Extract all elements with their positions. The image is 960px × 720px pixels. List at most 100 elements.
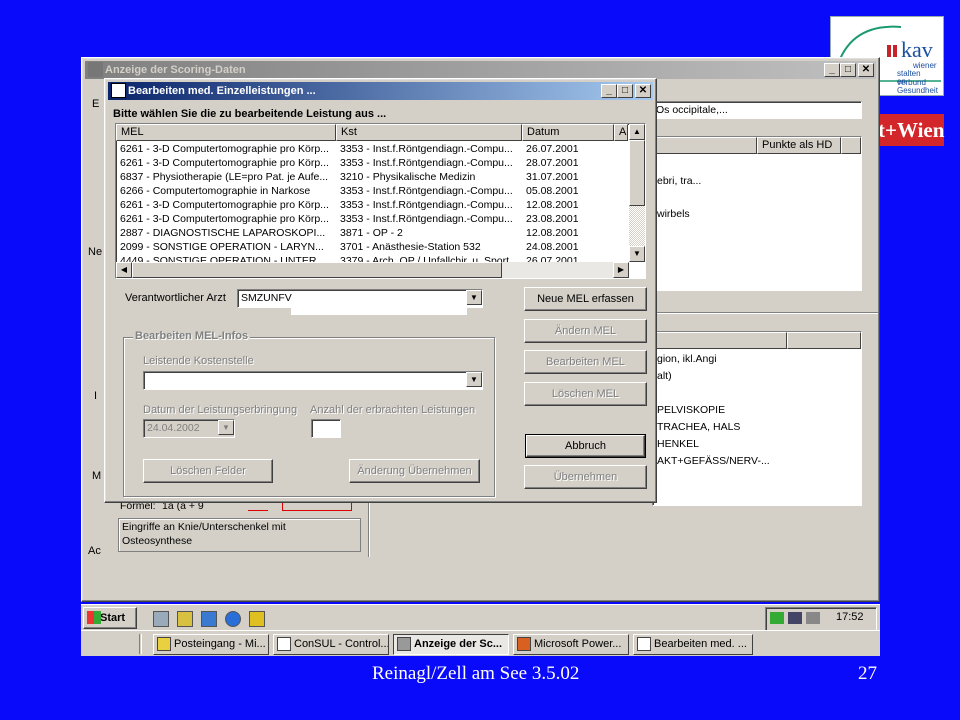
volume-icon[interactable] (806, 612, 820, 624)
column-datum[interactable]: Datum (522, 124, 614, 141)
left-label-2: Ne (88, 246, 103, 258)
column-ar[interactable]: Ar (614, 124, 628, 141)
scroll-left-button[interactable]: ◀ (116, 262, 132, 278)
formula-red-underline (248, 510, 268, 511)
diagnosis-field-text: Os occipitale,... (656, 104, 728, 116)
windows-logo-icon (87, 611, 101, 624)
mel-list[interactable]: MEL Kst Datum Ar ▲ ▼ 6261 - 3-D Computer… (115, 123, 646, 279)
loeschen-mel-button[interactable]: Löschen MEL (524, 382, 647, 406)
diagnosis-text-1: Eingriffe an Knie/Unterschenkel mit (122, 521, 286, 533)
table2-line-2[interactable]: alt) (657, 368, 672, 385)
scroll-right-button[interactable]: ▶ (613, 262, 629, 278)
table-row[interactable]: 6261 - 3-D Computertomographie pro Körp.… (116, 212, 628, 226)
table2-line-5[interactable]: TRACHEA, HALS (657, 419, 740, 436)
dialog-titlebar: Bearbeiten med. Einzelleistungen ... _ □… (108, 82, 653, 100)
anzahl-label: Anzahl der erbrachten Leistungen (310, 404, 476, 416)
app-icon (88, 62, 103, 77)
column-kst[interactable]: Kst (336, 124, 522, 141)
close-button[interactable]: ✕ (858, 63, 874, 77)
vertical-scroll-thumb[interactable] (629, 140, 645, 206)
task-posteingang-label: Posteingang - Mi... (174, 638, 266, 650)
kst-dropdown-arrow[interactable]: ▼ (466, 372, 482, 387)
table-row[interactable]: 2099 - SONSTIGE OPERATION - LARYN... 3701… (116, 240, 628, 254)
table1-line-1[interactable]: ebri, tra... (657, 173, 701, 190)
kst-label: Leistende Kostenstelle (143, 355, 254, 367)
datum-picker[interactable]: 24.04.2002 ▼ (143, 419, 235, 438)
task-consul-label: ConSUL - Control... (294, 638, 389, 650)
footer-left: Reinagl/Zell am See 3.5.02 (372, 663, 580, 684)
bearbeiten-mel-button[interactable]: Bearbeiten MEL (524, 350, 647, 374)
arzt-dropdown-overlay (291, 301, 467, 315)
score-table-2[interactable]: gion, ikl.Angi alt) PELVISKOPIE TRACHEA,… (652, 331, 862, 506)
diagnosis-field[interactable]: Os occipitale,... (652, 101, 862, 119)
internet-explorer-icon[interactable] (225, 611, 241, 627)
table2-header-1[interactable] (653, 332, 787, 349)
task-bearbeiten[interactable]: Bearbeiten med. ... (633, 634, 753, 655)
scoring-icon (397, 637, 411, 651)
arzt-dropdown-arrow[interactable]: ▼ (466, 290, 482, 305)
task-anzeige[interactable]: Anzeige der Sc... (393, 634, 509, 655)
dialog-minimize-button[interactable]: _ (601, 84, 617, 98)
network-icon[interactable] (770, 612, 784, 624)
scoring-window-titlebar: Anzeige der Scoring-Daten _ □ ✕ (85, 61, 876, 79)
table1-header-blank[interactable] (653, 137, 757, 154)
datum-value: 24.04.2002 (147, 422, 200, 434)
score-table-1[interactable]: Punkte als HD ebri, tra... wirbels (652, 136, 862, 291)
media-icon[interactable] (249, 611, 265, 627)
connect-icon[interactable] (201, 611, 217, 627)
powerpoint-icon (517, 637, 531, 651)
horizontal-scroll-thumb[interactable] (132, 262, 502, 278)
table1-header-punkte[interactable]: Punkte als HD (757, 137, 841, 154)
aendern-mel-button[interactable]: Ändern MEL (524, 319, 647, 343)
maximize-button[interactable]: □ (840, 63, 856, 77)
table2-line-1[interactable]: gion, ikl.Angi (657, 351, 717, 368)
dialog-close-button[interactable]: ✕ (635, 84, 651, 98)
table-row[interactable]: 6261 - 3-D Computertomographie pro Körp.… (116, 142, 628, 156)
uebernehmen-button[interactable]: Übernehmen (524, 465, 647, 489)
diagnosis-text-2: Osteosynthese (122, 535, 193, 547)
task-powerpoint[interactable]: Microsoft Power... (513, 634, 629, 655)
scroll-up-button[interactable]: ▲ (629, 124, 645, 140)
left-label-3: I (94, 390, 98, 402)
bearbeiten-dialog: Bearbeiten med. Einzelleistungen ... _ □… (104, 78, 657, 503)
neue-mel-button[interactable]: Neue MEL erfassen (524, 287, 647, 311)
abbruch-button[interactable]: Abbruch (525, 434, 646, 458)
taskbar-grip (139, 634, 142, 654)
table2-line-6[interactable]: HENKEL (657, 436, 699, 453)
table1-header-extra[interactable] (841, 137, 861, 154)
dialog-maximize-button[interactable]: □ (617, 84, 633, 98)
kst-combobox[interactable]: ▼ (143, 371, 483, 390)
printer-icon[interactable] (788, 612, 802, 624)
table2-header-2[interactable] (787, 332, 861, 349)
loeschen-felder-button[interactable]: Löschen Felder (143, 459, 273, 483)
table-row[interactable]: 6837 - Physiotherapie (LE=pro Pat. je Au… (116, 170, 628, 184)
datum-dropdown-arrow[interactable]: ▼ (218, 420, 234, 435)
table-row[interactable]: 2887 - DIAGNOSTISCHE LAPAROSKOPI... 3871 … (116, 226, 628, 240)
minimize-button[interactable]: _ (824, 63, 840, 77)
anzahl-input[interactable] (311, 419, 341, 438)
diagnosis-group-box: Eingriffe an Knie/Unterschenkel mit Oste… (118, 518, 361, 552)
taskbar-tasks: Posteingang - Mi... ConSUL - Control... … (81, 630, 880, 656)
outlook-icon[interactable] (177, 611, 193, 627)
slide-number: 27 (858, 663, 877, 684)
arzt-value: SMZUNFV (241, 292, 292, 304)
kav-logo-line4: en Gesundheit (897, 77, 938, 95)
mel-infos-title: Bearbeiten MEL-Infos (133, 330, 251, 342)
table-row[interactable]: 4449 - SONSTIGE OPERATION - UNTER... 3379… (116, 254, 628, 262)
task-posteingang[interactable]: Posteingang - Mi... (153, 634, 269, 655)
column-mel[interactable]: MEL (116, 124, 336, 141)
table-row[interactable]: 6266 - Computertomographie in Narkose 335… (116, 184, 628, 198)
table-row[interactable]: 6261 - 3-D Computertomographie pro Körp.… (116, 156, 628, 170)
arzt-label: Verantwortlicher Arzt (125, 292, 226, 304)
task-consul[interactable]: ConSUL - Control... (273, 634, 389, 655)
aenderung-uebernehmen-button[interactable]: Änderung Übernehmen (349, 459, 480, 483)
table2-line-7[interactable]: AKT+GEFÄSS/NERV-... (657, 453, 770, 470)
left-label-5: Ac (88, 545, 101, 557)
start-button[interactable]: Start (83, 607, 137, 629)
clock[interactable]: 17:52 (836, 611, 864, 623)
table2-line-4[interactable]: PELVISKOPIE (657, 402, 725, 419)
table1-line-2[interactable]: wirbels (657, 206, 690, 223)
scroll-down-button[interactable]: ▼ (629, 246, 645, 262)
desktop-icon[interactable] (153, 611, 169, 627)
table-row[interactable]: 6261 - 3-D Computertomographie pro Körp.… (116, 198, 628, 212)
